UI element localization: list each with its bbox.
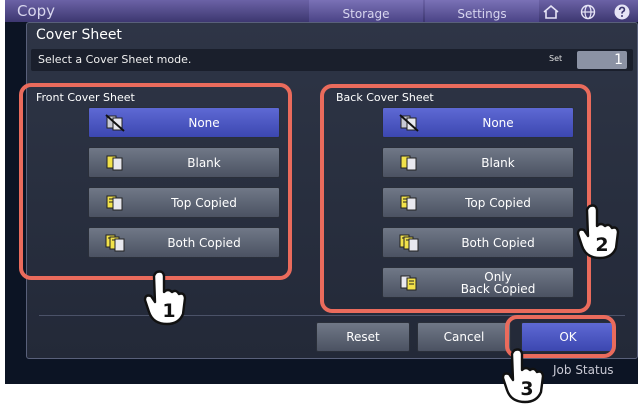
prompt-bar: Select a Cover Sheet mode. Set 1	[31, 49, 633, 71]
reset-label: Reset	[346, 330, 380, 344]
hand-pointer-3: 3	[497, 346, 551, 406]
dialog-title: Cover Sheet	[36, 27, 122, 43]
hand-icon-2: 2	[576, 204, 620, 260]
cancel-label: Cancel	[443, 330, 485, 344]
help-icon[interactable]	[614, 4, 630, 20]
top-bar: Copy Storage Settings	[5, 0, 638, 22]
callout-back	[320, 84, 591, 313]
tab-settings[interactable]: Settings	[425, 0, 539, 22]
globe-icon[interactable]	[580, 4, 596, 20]
step-2-number: 2	[595, 234, 608, 256]
callout-front	[19, 83, 292, 280]
app-title: Copy	[17, 2, 56, 20]
step-1-number: 1	[162, 300, 175, 322]
hand-icon-1: 1	[143, 270, 187, 326]
reset-button[interactable]: Reset	[316, 322, 410, 352]
hand-icon-3: 3	[501, 348, 545, 404]
prompt-text: Select a Cover Sheet mode.	[38, 53, 192, 66]
hand-pointer-1: 1	[139, 268, 193, 328]
tab-settings-label: Settings	[457, 7, 507, 21]
hand-pointer-2: 2	[572, 202, 626, 262]
tab-storage-label: Storage	[342, 7, 390, 21]
set-label: Set	[549, 54, 563, 63]
home-icon[interactable]	[543, 4, 559, 20]
job-status-button[interactable]: Job Status	[553, 363, 614, 377]
tab-storage[interactable]: Storage	[309, 0, 423, 22]
step-3-number: 3	[520, 378, 533, 400]
set-count-field[interactable]: 1	[577, 51, 627, 69]
